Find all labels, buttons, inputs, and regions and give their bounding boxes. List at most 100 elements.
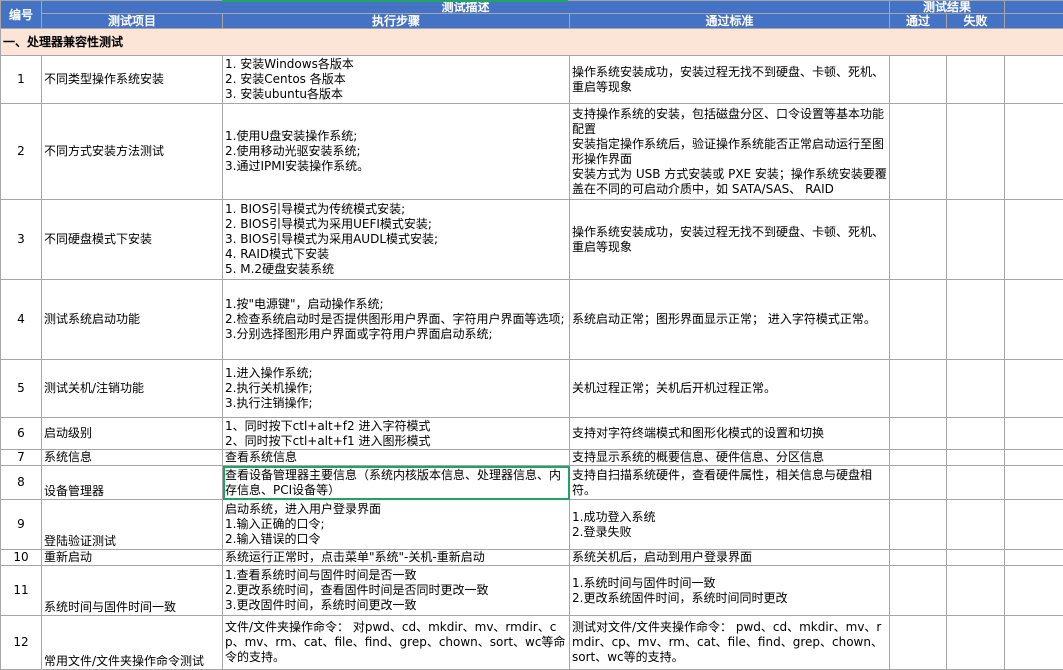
test-item-cell[interactable]: 常用文件/文件夹操作命令测试 — [42, 616, 223, 670]
test-item-cell[interactable]: 重新启动 — [42, 550, 223, 566]
fail-cell[interactable] — [947, 566, 1005, 616]
header-steps[interactable]: 执行步骤 — [223, 14, 570, 29]
blank-cell[interactable] — [1005, 56, 1063, 104]
header-desc-group[interactable]: 测试描述 — [42, 1, 890, 14]
blank-cell[interactable] — [1005, 550, 1063, 566]
steps-cell[interactable]: 1.进入操作系统; 2.执行关机操作; 3.执行注销操作; — [223, 360, 570, 418]
test-item-cell[interactable]: 不同硬盘模式下安装 — [42, 200, 223, 280]
header-fail[interactable]: 失败 — [947, 14, 1005, 29]
test-table: 编号 测试描述 测试结果 测试项目 执行步骤 通过标准 通过 失败 一、处理器兼… — [0, 0, 1063, 670]
steps-cell[interactable]: 1.按"电源键"，启动操作系统; 2.检查系统启动时是否提供图形用户界面、字符用… — [223, 280, 570, 360]
row-number[interactable]: 2 — [1, 104, 42, 200]
criteria-cell[interactable]: 支持操作系统的安装，包括磁盘分区、口令设置等基本功能配置 安装指定操作系统后，验… — [570, 104, 890, 200]
blank-cell[interactable] — [1005, 104, 1063, 200]
fail-cell[interactable] — [947, 200, 1005, 280]
header-no[interactable]: 编号 — [1, 1, 42, 29]
blank-cell[interactable] — [1005, 466, 1063, 500]
row-number[interactable]: 12 — [1, 616, 42, 670]
steps-cell[interactable]: 文件/文件夹操作命令： 对pwd、cd、mkdir、mv、rmdir、cp、mv… — [223, 616, 570, 670]
criteria-cell[interactable]: 操作系统安装成功，安装过程无找不到硬盘、卡顿、死机、重启等现象 — [570, 56, 890, 104]
criteria-cell[interactable]: 操作系统安装成功，安装过程无找不到硬盘、卡顿、死机、重启等现象 — [570, 200, 890, 280]
row-number[interactable]: 1 — [1, 56, 42, 104]
criteria-cell[interactable]: 系统关机后，启动到用户登录界面 — [570, 550, 890, 566]
row-number[interactable]: 7 — [1, 450, 42, 466]
blank-cell[interactable] — [1005, 450, 1063, 466]
fail-cell[interactable] — [947, 360, 1005, 418]
criteria-cell[interactable]: 支持自扫描系统硬件，查看硬件属性，相关信息与硬盘相符。 — [570, 466, 890, 500]
blank-cell[interactable] — [1005, 280, 1063, 360]
header-result-group[interactable]: 测试结果 — [890, 1, 1005, 14]
header-blank-2[interactable] — [1005, 14, 1063, 29]
steps-cell[interactable]: 1. 安装Windows各版本 2. 安装Centos 各版本 3. 安装ubu… — [223, 56, 570, 104]
header-blank[interactable] — [1005, 1, 1063, 14]
table-row: 7系统信息查看系统信息支持显示系统的概要信息、硬件信息、分区信息 — [1, 450, 1063, 466]
test-item-cell[interactable]: 系统信息 — [42, 450, 223, 466]
row-number[interactable]: 4 — [1, 280, 42, 360]
fail-cell[interactable] — [947, 56, 1005, 104]
fail-cell[interactable] — [947, 104, 1005, 200]
fail-cell[interactable] — [947, 500, 1005, 550]
fail-cell[interactable] — [947, 466, 1005, 500]
criteria-cell[interactable]: 关机过程正常；关机后开机过程正常。 — [570, 360, 890, 418]
fail-cell[interactable] — [947, 450, 1005, 466]
pass-cell[interactable] — [890, 418, 947, 450]
row-number[interactable]: 9 — [1, 500, 42, 550]
test-item-cell[interactable]: 设备管理器 — [42, 466, 223, 500]
steps-cell[interactable]: 启动系统，进入用户登录界面 1.输入正确的口令; 2.输入错误的口令 — [223, 500, 570, 550]
blank-cell[interactable] — [1005, 500, 1063, 550]
test-item-cell[interactable]: 测试关机/注销功能 — [42, 360, 223, 418]
pass-cell[interactable] — [890, 280, 947, 360]
steps-cell[interactable]: 1. BIOS引导模式为传统模式安装; 2. BIOS引导模式为采用UEFI模式… — [223, 200, 570, 280]
criteria-cell[interactable]: 支持显示系统的概要信息、硬件信息、分区信息 — [570, 450, 890, 466]
test-item-cell[interactable]: 测试系统启动功能 — [42, 280, 223, 360]
steps-cell[interactable]: 查看设备管理器主要信息（系统内核版本信息、处理器信息、内存信息、PCI设备等） — [223, 466, 570, 500]
test-item-cell[interactable]: 不同类型操作系统安装 — [42, 56, 223, 104]
blank-cell[interactable] — [1005, 200, 1063, 280]
pass-cell[interactable] — [890, 616, 947, 670]
fail-cell[interactable] — [947, 616, 1005, 670]
header-criteria[interactable]: 通过标准 — [570, 14, 890, 29]
criteria-cell[interactable]: 系统启动正常；图形界面显示正常； 进入字符模式正常。 — [570, 280, 890, 360]
test-item-cell[interactable]: 不同方式安装方法测试 — [42, 104, 223, 200]
steps-cell[interactable]: 系统运行正常时，点击菜单"系统"-关机-重新启动 — [223, 550, 570, 566]
header-pass[interactable]: 通过 — [890, 14, 947, 29]
pass-cell[interactable] — [890, 566, 947, 616]
criteria-cell[interactable]: 测试对文件/文件夹操作命令： pwd、cd、mkdir、mv、rmdir、cp、… — [570, 616, 890, 670]
steps-cell[interactable]: 查看系统信息 — [223, 450, 570, 466]
blank-cell[interactable] — [1005, 566, 1063, 616]
row-number[interactable]: 11 — [1, 566, 42, 616]
pass-cell[interactable] — [890, 550, 947, 566]
pass-cell[interactable] — [890, 466, 947, 500]
table-row: 4测试系统启动功能1.按"电源键"，启动操作系统; 2.检查系统启动时是否提供图… — [1, 280, 1063, 360]
pass-cell[interactable] — [890, 450, 947, 466]
header-item[interactable]: 测试项目 — [42, 14, 223, 29]
pass-cell[interactable] — [890, 56, 947, 104]
fail-cell[interactable] — [947, 550, 1005, 566]
section-title[interactable]: 一、处理器兼容性测试 — [1, 29, 1063, 56]
pass-cell[interactable] — [890, 360, 947, 418]
blank-cell[interactable] — [1005, 360, 1063, 418]
pass-cell[interactable] — [890, 104, 947, 200]
steps-cell[interactable]: 1、同时按下ctl+alt+f2 进入字符模式 2、同时按下ctl+alt+f1… — [223, 418, 570, 450]
test-item-cell[interactable]: 启动级别 — [42, 418, 223, 450]
selection-indicator — [222, 0, 568, 2]
table-row: 9登陆验证测试启动系统，进入用户登录界面 1.输入正确的口令; 2.输入错误的口… — [1, 500, 1063, 550]
blank-cell[interactable] — [1005, 418, 1063, 450]
row-number[interactable]: 10 — [1, 550, 42, 566]
test-item-cell[interactable]: 系统时间与固件时间一致 — [42, 566, 223, 616]
steps-cell[interactable]: 1.使用U盘安装操作系统; 2.使用移动光驱安装系统; 3.通过IPMI安装操作… — [223, 104, 570, 200]
blank-cell[interactable] — [1005, 616, 1063, 670]
fail-cell[interactable] — [947, 280, 1005, 360]
row-number[interactable]: 6 — [1, 418, 42, 450]
row-number[interactable]: 3 — [1, 200, 42, 280]
criteria-cell[interactable]: 支持对字符终端模式和图形化模式的设置和切换 — [570, 418, 890, 450]
criteria-cell[interactable]: 1.成功登入系统 2.登录失败 — [570, 500, 890, 550]
pass-cell[interactable] — [890, 500, 947, 550]
row-number[interactable]: 5 — [1, 360, 42, 418]
steps-cell[interactable]: 1.查看系统时间与固件时间是否一致 2.更改系统时间，查看固件时间是否同时更改一… — [223, 566, 570, 616]
test-item-cell[interactable]: 登陆验证测试 — [42, 500, 223, 550]
pass-cell[interactable] — [890, 200, 947, 280]
fail-cell[interactable] — [947, 418, 1005, 450]
criteria-cell[interactable]: 1.系统时间与固件时间一致 2.更改系统固件时间，系统时间同时更改 — [570, 566, 890, 616]
row-number[interactable]: 8 — [1, 466, 42, 500]
